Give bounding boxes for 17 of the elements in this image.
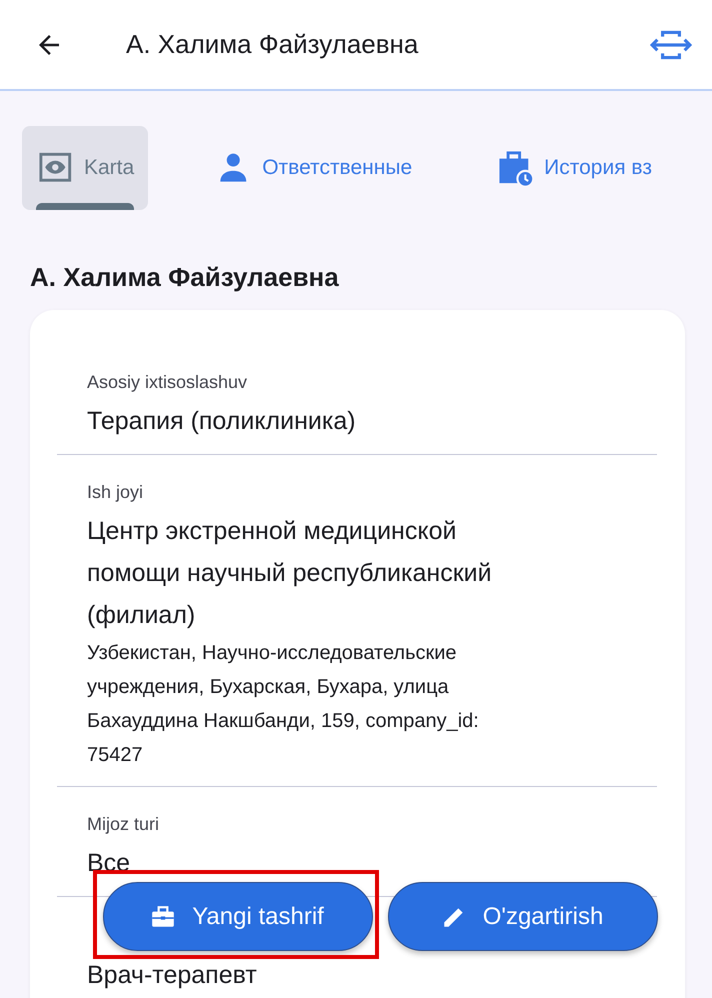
field-value: Врач-терапевт bbox=[87, 960, 257, 990]
new-visit-button[interactable]: Yangi tashrif bbox=[103, 882, 373, 951]
field-label: Ish joyi bbox=[87, 481, 144, 504]
field-label: Mijoz turi bbox=[87, 813, 160, 836]
briefcase-clock-icon bbox=[498, 150, 534, 186]
field-label: Asosiy ixtisoslashuv bbox=[87, 371, 248, 394]
field-value: Центр экстренной медицинской помощи научный республиканский (филиал) bbox=[87, 516, 493, 631]
page-title: А. Халима Файзулаевна bbox=[126, 29, 420, 60]
tab[interactable]: Ответственные bbox=[200, 126, 426, 210]
tab[interactable]: История вз bbox=[482, 126, 666, 210]
address-text: Узбекистан, Научно-исследовательские учреждения, Бухарская, Бухара, улица Бахауддина Накшбанди, 159, company_id: 75427 bbox=[87, 641, 480, 768]
client-name-heading: А. Халима Файзулаевна bbox=[30, 262, 340, 293]
swap-arrows-icon[interactable] bbox=[650, 28, 692, 60]
edit-button[interactable]: O'zgartirish bbox=[388, 882, 658, 951]
briefcase-icon bbox=[150, 904, 176, 930]
field-value: Терапия (поликлиника) bbox=[87, 406, 356, 437]
tab[interactable]: Karta bbox=[22, 126, 148, 210]
